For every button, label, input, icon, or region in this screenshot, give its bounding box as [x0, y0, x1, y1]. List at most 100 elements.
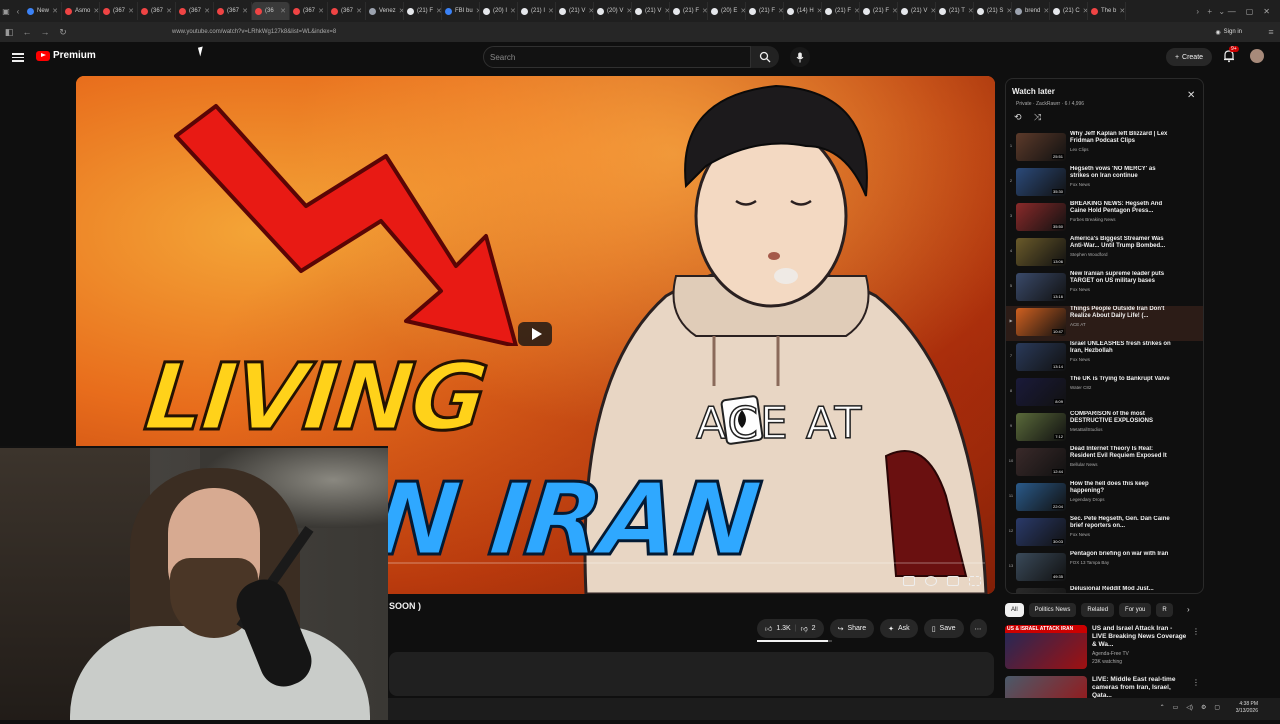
close-playlist-icon[interactable]: ✕ [1187, 90, 1195, 101]
tray-expand-icon[interactable]: ⌃ [1160, 704, 1165, 711]
close-tab-icon[interactable]: ✕ [356, 7, 362, 15]
forward-icon[interactable]: → [36, 27, 54, 37]
close-tab-icon[interactable]: ✕ [778, 7, 783, 15]
close-tab-icon[interactable]: ✕ [1119, 7, 1125, 15]
tab-scroll-right-icon[interactable]: › [1192, 7, 1204, 16]
browser-tab[interactable]: (21) F ✕ [860, 2, 898, 20]
browser-tab[interactable]: (14) H ✕ [784, 2, 822, 20]
browser-tab[interactable]: (20) E ✕ [708, 2, 746, 20]
volume-icon[interactable]: ◁) [1186, 704, 1193, 711]
close-tab-icon[interactable]: ✕ [968, 7, 973, 15]
like-dislike-button[interactable]: 👍︎ 1.3K | 👎︎ 2 [757, 619, 824, 638]
browser-tab[interactable]: (21) I ✕ [518, 2, 556, 20]
tab-list-icon[interactable]: ▣ [0, 7, 12, 16]
close-tab-icon[interactable]: ✕ [436, 7, 441, 15]
playlist-item[interactable]: 11 22:04 How the hell does this keep happe… [1006, 481, 1203, 516]
more-options-icon[interactable]: ⋮ [1192, 678, 1200, 687]
close-tab-icon[interactable]: ✕ [93, 7, 99, 15]
close-tab-icon[interactable]: ✕ [52, 7, 58, 15]
browser-tab[interactable]: (367 ✕ [290, 2, 328, 20]
browser-tab[interactable]: (21) F ✕ [822, 2, 860, 20]
url-field[interactable]: www.youtube.com/watch?v=LRhkWg127k8&list… [172, 29, 1215, 35]
settings-tray-icon[interactable]: ⚙ [1201, 704, 1206, 711]
browser-tab[interactable]: (21) S ✕ [974, 2, 1012, 20]
browser-tab[interactable]: (367 ✕ [176, 2, 214, 20]
playlist-item[interactable]: 4 13:06 America's Biggest Streamer Was Ant… [1006, 236, 1203, 271]
description-box[interactable] [389, 652, 994, 696]
voice-search-button[interactable] [790, 47, 810, 67]
close-tab-icon[interactable]: ✕ [702, 7, 707, 15]
more-options-icon[interactable]: ⋮ [1192, 627, 1200, 636]
playlist-item[interactable]: 14 Delusional Reddit Mod Just... [1006, 586, 1203, 593]
playlist-item[interactable]: 7 13:14 Israel UNLEASHES fresh strikes on … [1006, 341, 1203, 376]
chips-next-icon[interactable]: › [1187, 605, 1190, 614]
filter-chip[interactable]: All [1005, 603, 1024, 617]
minimize-icon[interactable]: — [1228, 7, 1236, 16]
browser-tab[interactable]: (21) V ✕ [556, 2, 594, 20]
filter-chip[interactable]: For you [1119, 603, 1152, 617]
browser-tab[interactable]: (367 ✕ [100, 2, 138, 20]
playlist-item[interactable]: 13 49:35 Pentagon briefing on war with Ira… [1006, 551, 1203, 586]
theater-mode-icon[interactable] [947, 576, 959, 586]
browser-tab[interactable]: brend ✕ [1012, 2, 1050, 20]
recommended-video[interactable]: US & ISRAEL ATTACK IRAN US and Israel Att… [1005, 625, 1200, 673]
browser-tab[interactable]: (21) F ✕ [404, 2, 442, 20]
browser-tab[interactable]: (367 ✕ [138, 2, 176, 20]
browser-tab[interactable]: (367 ✕ [214, 2, 252, 20]
browser-tab[interactable]: The b ✕ [1088, 2, 1126, 20]
playlist-item[interactable]: 1 25:51 Why Jeff Kaplan left Blizzard | Le… [1006, 131, 1203, 166]
browser-tab[interactable]: (21) V ✕ [898, 2, 936, 20]
close-tab-icon[interactable]: ✕ [548, 7, 554, 15]
close-tab-icon[interactable]: ✕ [242, 7, 248, 15]
ask-button[interactable]: ✦ Ask [880, 619, 918, 638]
close-tab-icon[interactable]: ✕ [892, 7, 897, 15]
more-actions-button[interactable]: ⋯ [969, 619, 987, 638]
back-icon[interactable]: ← [18, 27, 36, 37]
playlist-item[interactable]: 3 35:50 BREAKING NEWS: Hegseth And Caine H… [1006, 201, 1203, 236]
close-tab-icon[interactable]: ✕ [280, 7, 286, 15]
filter-chip[interactable]: Related [1081, 603, 1115, 617]
system-clock[interactable]: 4:38 PM 3/13/2026 [1236, 701, 1258, 715]
shuffle-icon[interactable]: ⤨ [1034, 112, 1041, 123]
play-button[interactable] [518, 322, 552, 346]
playlist-title[interactable]: Watch later [1012, 87, 1055, 96]
search-input[interactable]: Search [483, 46, 751, 68]
close-tab-icon[interactable]: ✕ [1043, 7, 1049, 15]
playlist-item[interactable]: 10 12:44 Dead Internet Theory Is Real: Res… [1006, 446, 1203, 481]
browser-tab[interactable]: (21) F ✕ [746, 2, 784, 20]
browser-tab[interactable]: New ✕ [24, 2, 62, 20]
playlist-item[interactable]: 8 8:09 The UK is Trying to Bankrupt Valve W… [1006, 376, 1203, 411]
close-tab-icon[interactable]: ✕ [128, 7, 134, 15]
youtube-logo[interactable]: Premium [36, 50, 96, 61]
tab-scroll-left-icon[interactable]: ‹ [12, 7, 24, 16]
browser-tab[interactable]: (20) I ✕ [480, 2, 518, 20]
filter-chip[interactable]: Politics News [1028, 603, 1077, 617]
browser-tab[interactable]: (36 ✕ [252, 2, 290, 20]
browser-tab[interactable]: Asmo ✕ [62, 2, 100, 20]
subtitles-icon[interactable] [903, 576, 915, 586]
playlist-item[interactable]: 12 30:03 Sec. Pete Hegseth, Gen. Dan Caine… [1006, 516, 1203, 551]
save-button[interactable]: ▯ Save [923, 619, 964, 638]
display-icon[interactable]: ▢ [1214, 704, 1220, 711]
browser-tab[interactable]: FBI bu✕ [442, 2, 480, 20]
create-button[interactable]: + Create [1166, 48, 1212, 66]
maximize-icon[interactable]: ▢ [1246, 7, 1254, 16]
close-tab-icon[interactable]: ✕ [204, 7, 210, 15]
playlist-item[interactable]: ▶ 10:47 Things People Outside Iran Don't R… [1006, 306, 1203, 341]
hamburger-menu-icon[interactable] [12, 51, 24, 63]
loop-icon[interactable]: ⟲ [1014, 112, 1022, 123]
new-tab-button[interactable]: + [1204, 7, 1216, 16]
filter-chip[interactable]: R [1156, 603, 1173, 617]
playlist-item[interactable]: 2 35:30 Hegseth vows 'NO MERCY' as strikes… [1006, 166, 1203, 201]
close-window-icon[interactable]: ✕ [1263, 7, 1270, 16]
close-tab-icon[interactable]: ✕ [510, 7, 516, 15]
search-button[interactable] [751, 46, 779, 68]
browser-tab[interactable]: (21) T ✕ [936, 2, 974, 20]
browser-tab[interactable]: (367 ✕ [328, 2, 366, 20]
network-icon[interactable]: ▭ [1173, 704, 1179, 711]
playlist-item[interactable]: 5 13:16 New Iranian supreme leader puts TA… [1006, 271, 1203, 306]
close-tab-icon[interactable]: ✕ [318, 7, 324, 15]
playlist-item[interactable]: 9 7:12 COMPARISON of the most DESTRUCTIVE … [1006, 411, 1203, 446]
tab-dropdown-icon[interactable]: ⌄ [1216, 7, 1228, 16]
close-tab-icon[interactable]: ✕ [854, 7, 859, 15]
